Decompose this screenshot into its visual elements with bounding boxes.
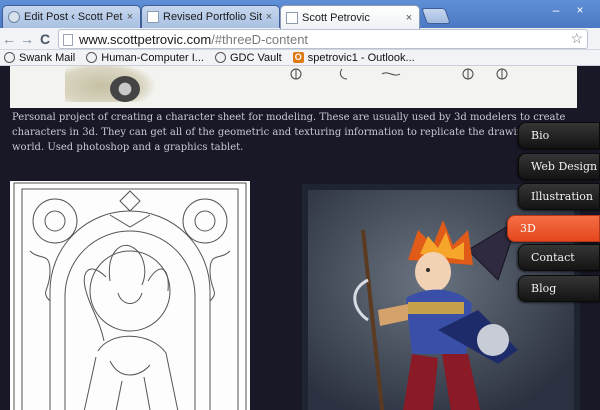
star-icon[interactable]: ☆ bbox=[570, 30, 583, 47]
minimize-button[interactable]: – bbox=[548, 3, 564, 19]
address-bar[interactable]: www.scottpetrovic.com/#threeD-content ☆ bbox=[58, 29, 588, 49]
tab-strip: Edit Post ‹ Scott Petrovic — × Revised P… bbox=[0, 0, 600, 29]
device-illustration bbox=[110, 76, 140, 102]
tab-title: Revised Portfolio Site using bbox=[163, 11, 262, 23]
bookmark-swank-mail[interactable]: Swank Mail bbox=[4, 52, 75, 64]
globe-icon bbox=[86, 52, 98, 63]
tab-title: Edit Post ‹ Scott Petrovic — bbox=[24, 11, 123, 23]
wordpress-icon bbox=[8, 11, 20, 23]
page-content: Personal project of creating a character… bbox=[0, 66, 600, 410]
nav-item-illustration[interactable]: Illustration bbox=[518, 183, 600, 210]
close-icon[interactable]: × bbox=[262, 11, 276, 23]
bookmark-label: spetrovic1 - Outlook... bbox=[307, 51, 415, 64]
tab-edit-post[interactable]: Edit Post ‹ Scott Petrovic — × bbox=[2, 5, 141, 28]
bookmark-label: Swank Mail bbox=[19, 51, 76, 64]
globe-icon bbox=[4, 52, 15, 63]
character-sheet-top-image bbox=[10, 66, 577, 108]
tab-scott-petrovic[interactable]: Scott Petrovic × bbox=[280, 5, 420, 29]
bookmark-label: Human-Computer I... bbox=[101, 51, 204, 64]
new-tab-button[interactable] bbox=[421, 8, 451, 24]
bookmark-label: GDC Vault bbox=[229, 51, 282, 64]
globe-icon bbox=[214, 52, 226, 63]
page-icon bbox=[147, 11, 159, 23]
bookmarks-bar: Swank Mail Human-Computer I... GDC Vault… bbox=[0, 50, 600, 66]
tab-title: Scott Petrovic bbox=[302, 11, 370, 24]
project-description: Personal project of creating a character… bbox=[12, 112, 583, 153]
page-icon bbox=[63, 34, 73, 46]
reload-button[interactable]: C bbox=[36, 31, 54, 47]
bookmark-hci[interactable]: Human-Computer I... bbox=[86, 52, 204, 64]
url-path: /#threeD-content bbox=[211, 32, 309, 47]
close-icon[interactable]: × bbox=[123, 11, 137, 23]
url-text[interactable]: www.scottpetrovic.com/#threeD-content bbox=[79, 32, 308, 47]
browser-toolbar: ← → C www.scottpetrovic.com/#threeD-cont… bbox=[0, 28, 600, 50]
nav-item-blog[interactable]: Blog bbox=[518, 275, 600, 302]
reference-glyphs bbox=[290, 68, 508, 80]
bookmark-outlook[interactable]: O spetrovic1 - Outlook... bbox=[292, 51, 415, 64]
forward-button[interactable]: → bbox=[18, 31, 36, 47]
tab-revised-portfolio[interactable]: Revised Portfolio Site using × bbox=[141, 5, 280, 28]
nav-item-3d[interactable]: 3D bbox=[507, 215, 600, 242]
character-line-art-image[interactable] bbox=[10, 181, 250, 410]
url-host: www.scottpetrovic.com bbox=[79, 32, 212, 47]
page-icon bbox=[286, 11, 298, 24]
bookmark-gdc-vault[interactable]: GDC Vault bbox=[214, 51, 282, 64]
nav-item-bio[interactable]: Bio bbox=[518, 122, 600, 149]
close-icon[interactable]: × bbox=[402, 12, 416, 24]
nav-item-contact[interactable]: Contact bbox=[518, 244, 600, 271]
outlook-icon: O bbox=[292, 52, 304, 63]
back-button[interactable]: ← bbox=[0, 31, 18, 47]
window-close-button[interactable]: × bbox=[572, 3, 588, 19]
nav-item-web-design[interactable]: Web Design bbox=[518, 153, 600, 180]
